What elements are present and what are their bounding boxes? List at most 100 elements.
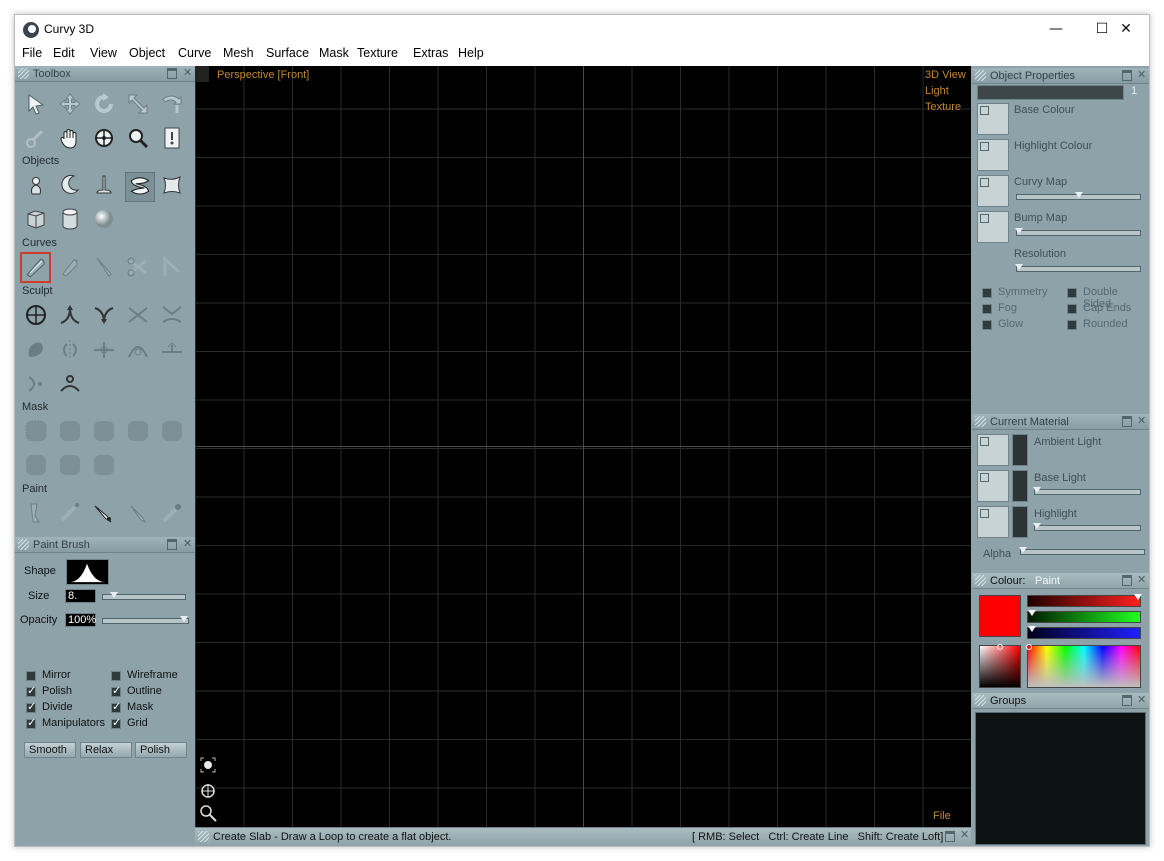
pin-icon[interactable] [1122,416,1132,427]
sculpt-flatten-icon[interactable] [159,302,185,328]
relax-button[interactable]: Relax [80,742,132,758]
curve-pencil-icon[interactable] [91,254,117,280]
curve-pen-icon[interactable]: + [57,254,83,280]
zoom-icon[interactable] [125,125,151,151]
cube-icon[interactable] [23,206,49,232]
pin-icon[interactable] [1122,695,1132,706]
sculpt-push-icon[interactable] [91,302,117,328]
double-sided-checkbox[interactable] [1067,288,1077,298]
move-icon[interactable] [57,91,83,117]
blue-knob[interactable] [1028,626,1036,632]
pin-icon[interactable] [1122,575,1132,586]
menu-help[interactable]: Help [458,46,484,60]
size-field[interactable]: 8. [65,589,96,603]
manipulators-checkbox[interactable] [26,716,36,729]
sculpt-spread-icon[interactable] [91,337,117,363]
menu-view[interactable]: View [90,46,117,60]
base-light-slider[interactable] [1033,487,1141,495]
3d-viewport[interactable]: Perspective [Front] 3D View Light Textur… [195,66,971,827]
curve-scissors-icon[interactable] [125,254,151,280]
panel-grip-icon[interactable] [975,575,986,586]
lock-icon[interactable] [980,178,989,187]
bend-icon[interactable] [159,91,185,117]
curvy-map-slider[interactable] [1016,192,1141,200]
lock-icon[interactable] [980,473,989,482]
lock-icon[interactable] [980,214,989,223]
lock-icon[interactable] [980,437,989,446]
menu-edit[interactable]: Edit [53,46,75,60]
menu-surface[interactable]: Surface [266,46,309,60]
curvy-map-knob[interactable] [1075,192,1083,198]
sculpt-pinch-icon[interactable] [125,302,151,328]
close-panel-icon[interactable]: ✕ [183,536,192,552]
hue-picker[interactable] [1026,644,1141,688]
paint-brush-icon[interactable] [23,500,49,526]
viewport-label[interactable]: Perspective [Front] [217,69,309,81]
hue-cursor[interactable] [1026,644,1032,650]
mask-tool-5-icon[interactable] [159,418,185,444]
pin-icon[interactable] [167,539,177,550]
panel-grip-icon[interactable] [975,695,986,706]
surface-object-icon[interactable] [159,172,185,198]
lock-icon[interactable] [980,509,989,518]
symmetry-checkbox[interactable] [982,288,992,298]
smooth-button[interactable]: Smooth [24,742,76,758]
lock-icon[interactable] [980,142,989,151]
size-slider-knob[interactable] [110,592,119,598]
alpha-slider[interactable] [1019,547,1145,555]
mask-tool-3-icon[interactable] [91,418,117,444]
close-panel-icon[interactable]: ✕ [1137,413,1146,429]
sculpt-pull-icon[interactable] [57,302,83,328]
paint-pen-icon[interactable] [91,500,117,526]
ambient-light-colour[interactable] [1012,434,1028,466]
viewport-corner-button[interactable] [195,66,209,82]
divide-checkbox[interactable] [26,700,36,713]
mask-tool-8-icon[interactable] [91,452,117,478]
ambient-light-swatch[interactable] [977,434,1009,466]
scale-icon[interactable] [125,91,151,117]
slab-object-icon[interactable] [125,172,155,202]
menu-curve[interactable]: Curve [178,46,211,60]
create-slab-curve-icon[interactable] [20,252,51,283]
viewport-file-link[interactable]: File [933,810,951,822]
pan-hand-icon[interactable] [57,125,83,151]
object-name-field[interactable] [977,85,1124,100]
groups-list[interactable] [975,712,1146,845]
green-channel-slider[interactable] [1027,610,1141,623]
resolution-slider[interactable] [1015,264,1141,272]
brush-shape-preview[interactable] [66,559,109,585]
pin-icon[interactable] [167,68,177,79]
mirror-checkbox[interactable] [26,671,36,681]
target-icon[interactable] [91,125,117,151]
minimize-button[interactable]: — [1033,15,1079,43]
sculpt-mirror-icon[interactable] [57,337,83,363]
panel-grip-icon[interactable] [975,416,986,427]
sculpt-inflate-icon[interactable] [125,337,151,363]
mask-tool-4-icon[interactable] [125,418,151,444]
mask-tool-7-icon[interactable] [57,452,83,478]
bump-map-knob[interactable] [1015,228,1023,234]
pin-icon[interactable] [945,831,955,842]
red-channel-slider[interactable] [1027,594,1142,607]
sculpt-lift-icon[interactable] [57,371,83,397]
wireframe-checkbox[interactable] [111,671,121,681]
menu-mesh[interactable]: Mesh [223,46,254,60]
crescent-object-icon[interactable] [57,172,83,198]
rotate-icon[interactable] [91,91,117,117]
sculpt-twist-icon[interactable] [23,371,49,397]
panel-grip-icon[interactable] [975,70,986,81]
opacity-slider-knob[interactable] [180,616,188,622]
saturation-picker[interactable] [979,644,1021,688]
view-texture-link[interactable]: Texture [925,101,961,113]
red-knob[interactable] [1134,594,1142,600]
highlight-slider[interactable] [1033,523,1141,531]
blue-channel-slider[interactable] [1027,626,1141,639]
polish-button[interactable]: Polish [135,742,187,758]
view-3d-link[interactable]: 3D View [925,69,966,81]
paint-eyedropper-icon[interactable] [159,500,185,526]
view-light-link[interactable]: Light [925,85,949,97]
close-panel-icon[interactable]: ✕ [1137,572,1146,588]
curvy-map-swatch[interactable] [977,175,1009,207]
panel-grip-icon[interactable] [18,68,29,79]
fog-checkbox[interactable] [982,304,992,314]
